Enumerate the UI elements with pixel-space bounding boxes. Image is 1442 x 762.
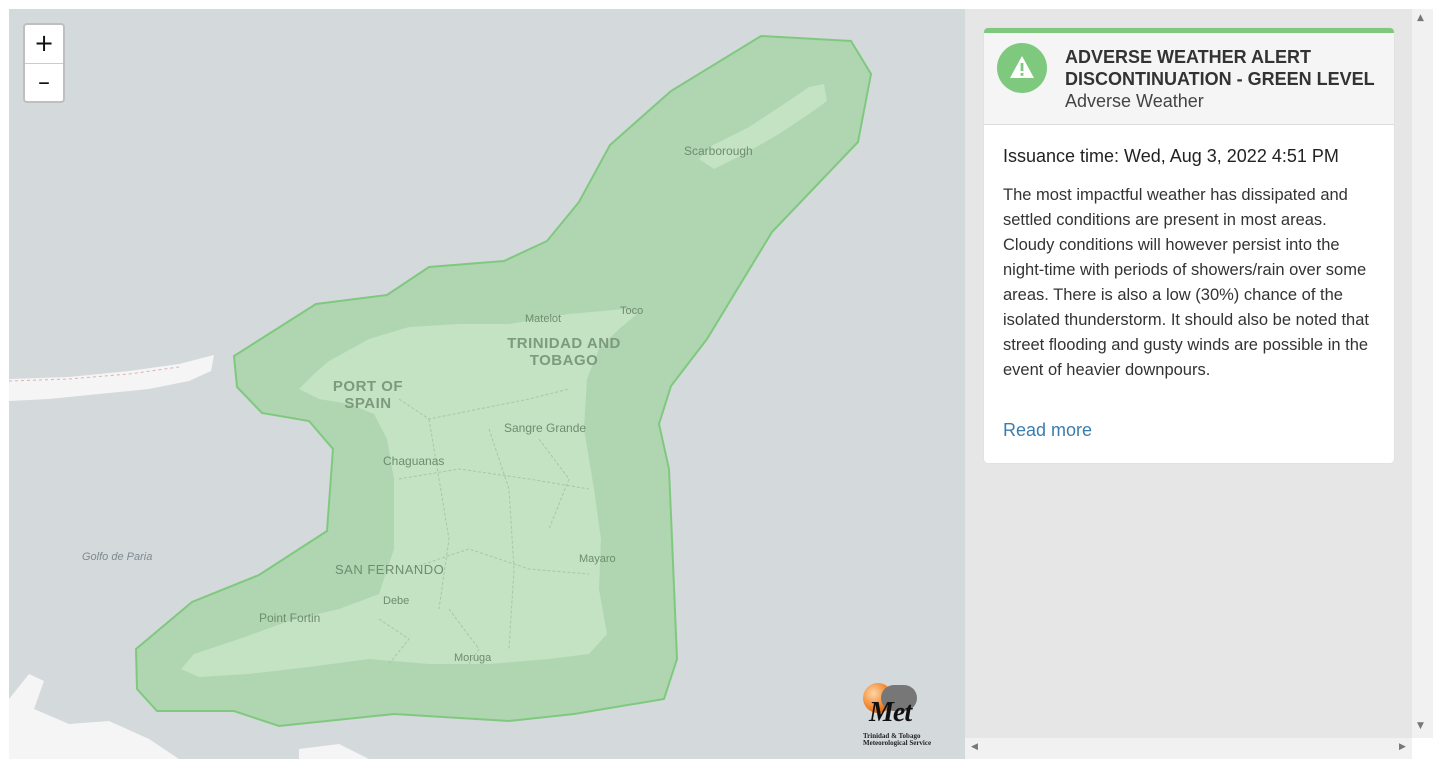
logo-subtitle-line2: Meteorological Service	[863, 739, 932, 747]
warning-triangle-icon	[997, 43, 1047, 93]
scroll-down-arrow-icon[interactable]: ▼	[1417, 721, 1424, 731]
zoom-control: + –	[23, 23, 65, 103]
label-scarborough: Scarborough	[684, 144, 753, 158]
label-country-line1: TRINIDAD AND	[507, 335, 621, 352]
label-sangre-grande: Sangre Grande	[504, 421, 587, 435]
label-chaguanas: Chaguanas	[383, 454, 445, 468]
met-service-logo: Met Trinidad & Tobago Meteorological Ser…	[859, 679, 949, 747]
read-more-link[interactable]: Read more	[1003, 420, 1092, 441]
alert-title: ADVERSE WEATHER ALERT DISCONTINUATION - …	[1065, 47, 1375, 89]
horizontal-scrollbar[interactable]: ◀ ▶	[965, 738, 1412, 759]
map-view[interactable]: + – Scarborough Matelot Toco TRINIDAD AN…	[9, 9, 965, 759]
zoom-in-button[interactable]: +	[25, 25, 63, 63]
logo-text: Met	[869, 697, 912, 728]
logo-subtitle: Trinidad & Tobago Meteorological Service	[863, 733, 953, 747]
scroll-right-arrow-icon[interactable]: ▶	[1399, 742, 1406, 752]
alert-panel: ADVERSE WEATHER ALERT DISCONTINUATION - …	[965, 9, 1412, 738]
alert-category: Adverse Weather	[1065, 91, 1204, 111]
vertical-scrollbar[interactable]: ▲ ▼	[1412, 9, 1433, 738]
issuance-time: Issuance time: Wed, Aug 3, 2022 4:51 PM	[1003, 146, 1339, 166]
label-point-fortin: Point Fortin	[259, 611, 321, 625]
label-mayaro: Mayaro	[579, 553, 616, 565]
alert-card: ADVERSE WEATHER ALERT DISCONTINUATION - …	[984, 28, 1394, 463]
scroll-up-arrow-icon[interactable]: ▲	[1417, 13, 1424, 23]
label-country-line2: TOBAGO	[529, 352, 599, 369]
label-debe: Debe	[383, 595, 410, 607]
alert-description: The most impactful weather has dissipate…	[1003, 186, 1369, 379]
label-port-of-spain: PORT OF SPAIN	[327, 378, 409, 412]
label-golfo-de-paria: Golfo de Paria	[82, 551, 153, 563]
scroll-left-arrow-icon[interactable]: ◀	[971, 742, 978, 752]
venezuela-peninsula	[9, 355, 214, 401]
basemap	[9, 34, 873, 759]
label-san-fernando: SAN FERNANDO	[335, 562, 445, 577]
label-pos-line2: SPAIN	[344, 395, 392, 412]
zoom-out-button[interactable]: –	[25, 63, 63, 101]
label-matelot: Matelot	[525, 313, 562, 325]
label-pos-line1: PORT OF	[332, 378, 404, 395]
label-country: TRINIDAD AND TOBAGO	[493, 335, 635, 369]
label-moruga: Moruga	[454, 652, 492, 664]
alert-card-header: ADVERSE WEATHER ALERT DISCONTINUATION - …	[984, 28, 1394, 125]
label-toco: Toco	[620, 305, 644, 317]
